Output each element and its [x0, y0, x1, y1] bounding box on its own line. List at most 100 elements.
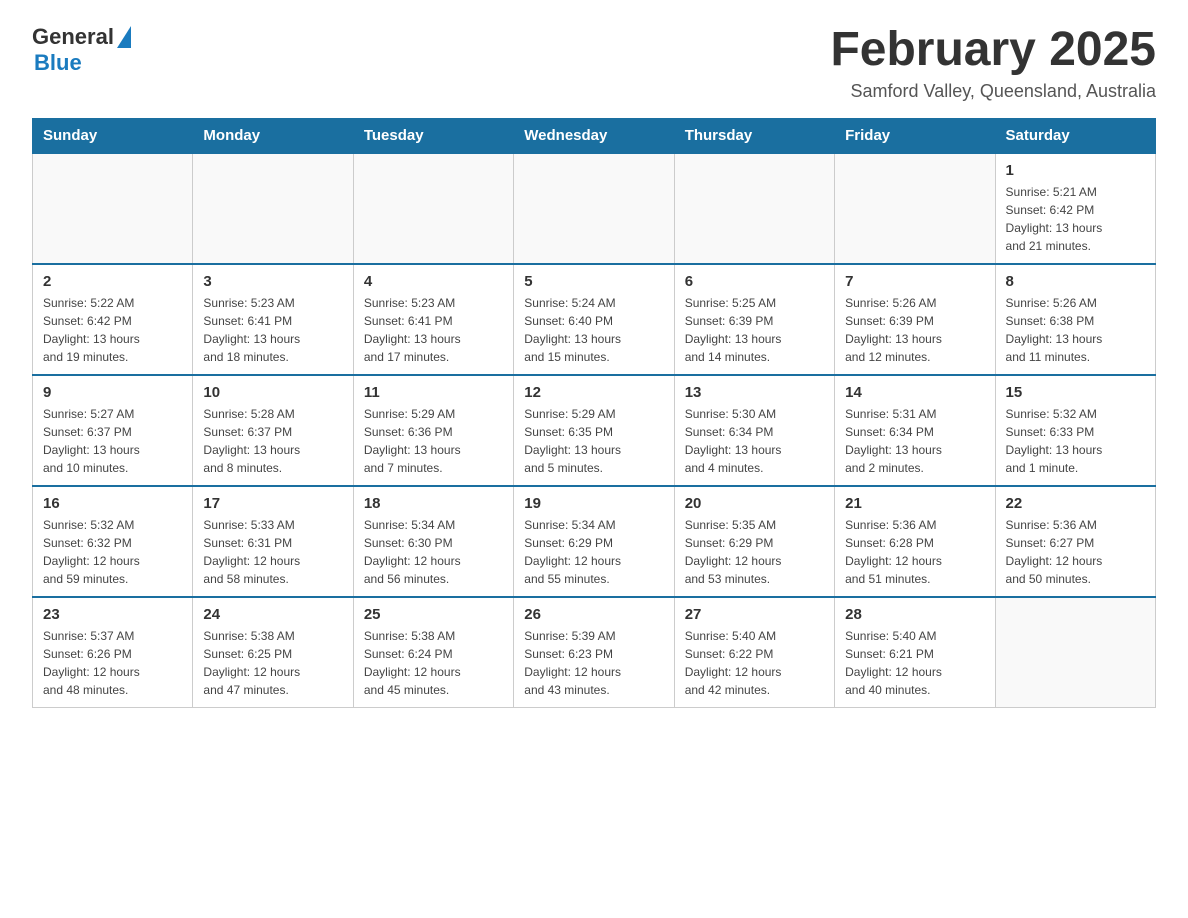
header-row: Sunday Monday Tuesday Wednesday Thursday…	[33, 118, 1156, 153]
day-number: 19	[524, 495, 663, 512]
day-number: 14	[845, 384, 984, 401]
day-info: Sunrise: 5:29 AM Sunset: 6:35 PM Dayligh…	[524, 405, 663, 477]
day-info: Sunrise: 5:26 AM Sunset: 6:39 PM Dayligh…	[845, 294, 984, 366]
table-cell: 9 Sunrise: 5:27 AM Sunset: 6:37 PM Daylig…	[33, 375, 193, 486]
table-cell	[995, 597, 1155, 708]
col-monday: Monday	[193, 118, 353, 153]
table-cell	[193, 153, 353, 264]
table-cell: 14Sunrise: 5:31 AM Sunset: 6:34 PM Dayli…	[835, 375, 995, 486]
week-row: 1 Sunrise: 5:21 AM Sunset: 6:42 PM Daylig…	[33, 153, 1156, 264]
day-info: Sunrise: 5:34 AM Sunset: 6:29 PM Dayligh…	[524, 516, 663, 588]
table-cell: 12 Sunrise: 5:29 AM Sunset: 6:35 PM Dayli…	[514, 375, 674, 486]
table-cell: 10 Sunrise: 5:28 AM Sunset: 6:37 PM Dayli…	[193, 375, 353, 486]
table-cell: 5 Sunrise: 5:24 AM Sunset: 6:40 PM Daylig…	[514, 264, 674, 375]
day-number: 6	[685, 273, 824, 290]
day-info: Sunrise: 5:32 AM Sunset: 6:32 PM Dayligh…	[43, 516, 182, 588]
day-info: Sunrise: 5:28 AM Sunset: 6:37 PM Dayligh…	[203, 405, 342, 477]
day-number: 28	[845, 606, 984, 623]
day-info: Sunrise: 5:30 AM Sunset: 6:34 PM Dayligh…	[685, 405, 824, 477]
calendar-header: Sunday Monday Tuesday Wednesday Thursday…	[33, 118, 1156, 153]
table-cell: 16 Sunrise: 5:32 AM Sunset: 6:32 PM Dayli…	[33, 486, 193, 597]
day-number: 12	[524, 384, 663, 401]
table-cell: 19 Sunrise: 5:34 AM Sunset: 6:29 PM Dayli…	[514, 486, 674, 597]
day-number: 18	[364, 495, 503, 512]
calendar-table: Sunday Monday Tuesday Wednesday Thursday…	[32, 118, 1156, 708]
day-info: Sunrise: 5:35 AM Sunset: 6:29 PM Dayligh…	[685, 516, 824, 588]
table-cell: 26 Sunrise: 5:39 AM Sunset: 6:23 PM Dayli…	[514, 597, 674, 708]
table-cell: 24Sunrise: 5:38 AM Sunset: 6:25 PM Dayli…	[193, 597, 353, 708]
week-row: 23 Sunrise: 5:37 AM Sunset: 6:26 PM Dayli…	[33, 597, 1156, 708]
day-number: 26	[524, 606, 663, 623]
day-number: 16	[43, 495, 182, 512]
day-number: 23	[43, 606, 182, 623]
day-number: 8	[1006, 273, 1145, 290]
table-cell	[514, 153, 674, 264]
table-cell: 11 Sunrise: 5:29 AM Sunset: 6:36 PM Dayli…	[353, 375, 513, 486]
day-number: 25	[364, 606, 503, 623]
calendar-body: 1 Sunrise: 5:21 AM Sunset: 6:42 PM Daylig…	[33, 153, 1156, 708]
table-cell: 27 Sunrise: 5:40 AM Sunset: 6:22 PM Dayli…	[674, 597, 834, 708]
table-cell: 7 Sunrise: 5:26 AM Sunset: 6:39 PM Daylig…	[835, 264, 995, 375]
day-info: Sunrise: 5:34 AM Sunset: 6:30 PM Dayligh…	[364, 516, 503, 588]
day-number: 15	[1006, 384, 1145, 401]
day-number: 1	[1006, 162, 1145, 179]
day-number: 22	[1006, 495, 1145, 512]
day-info: Sunrise: 5:40 AM Sunset: 6:21 PM Dayligh…	[845, 627, 984, 699]
table-cell: 3 Sunrise: 5:23 AM Sunset: 6:41 PM Daylig…	[193, 264, 353, 375]
day-number: 27	[685, 606, 824, 623]
table-cell	[674, 153, 834, 264]
logo-triangle-icon	[117, 26, 131, 48]
logo: General Blue	[32, 24, 131, 76]
logo-general-text: General	[32, 24, 114, 50]
month-title: February 2025	[830, 24, 1156, 77]
page-header: General Blue February 2025 Samford Valle…	[32, 24, 1156, 102]
table-cell: 6Sunrise: 5:25 AM Sunset: 6:39 PM Daylig…	[674, 264, 834, 375]
col-wednesday: Wednesday	[514, 118, 674, 153]
col-saturday: Saturday	[995, 118, 1155, 153]
table-cell: 23 Sunrise: 5:37 AM Sunset: 6:26 PM Dayli…	[33, 597, 193, 708]
table-cell	[835, 153, 995, 264]
table-cell: 22Sunrise: 5:36 AM Sunset: 6:27 PM Dayli…	[995, 486, 1155, 597]
day-number: 3	[203, 273, 342, 290]
day-info: Sunrise: 5:39 AM Sunset: 6:23 PM Dayligh…	[524, 627, 663, 699]
day-number: 2	[43, 273, 182, 290]
table-cell: 13 Sunrise: 5:30 AM Sunset: 6:34 PM Dayli…	[674, 375, 834, 486]
day-info: Sunrise: 5:38 AM Sunset: 6:24 PM Dayligh…	[364, 627, 503, 699]
day-info: Sunrise: 5:22 AM Sunset: 6:42 PM Dayligh…	[43, 294, 182, 366]
day-info: Sunrise: 5:23 AM Sunset: 6:41 PM Dayligh…	[203, 294, 342, 366]
table-cell: 28 Sunrise: 5:40 AM Sunset: 6:21 PM Dayli…	[835, 597, 995, 708]
day-info: Sunrise: 5:29 AM Sunset: 6:36 PM Dayligh…	[364, 405, 503, 477]
day-number: 13	[685, 384, 824, 401]
day-info: Sunrise: 5:26 AM Sunset: 6:38 PM Dayligh…	[1006, 294, 1145, 366]
col-thursday: Thursday	[674, 118, 834, 153]
day-number: 9	[43, 384, 182, 401]
col-sunday: Sunday	[33, 118, 193, 153]
day-info: Sunrise: 5:23 AM Sunset: 6:41 PM Dayligh…	[364, 294, 503, 366]
day-number: 24	[203, 606, 342, 623]
table-cell: 18 Sunrise: 5:34 AM Sunset: 6:30 PM Dayli…	[353, 486, 513, 597]
week-row: 2 Sunrise: 5:22 AM Sunset: 6:42 PM Daylig…	[33, 264, 1156, 375]
day-number: 20	[685, 495, 824, 512]
day-info: Sunrise: 5:37 AM Sunset: 6:26 PM Dayligh…	[43, 627, 182, 699]
day-info: Sunrise: 5:36 AM Sunset: 6:28 PM Dayligh…	[845, 516, 984, 588]
logo-blue-text: Blue	[34, 50, 82, 76]
day-info: Sunrise: 5:21 AM Sunset: 6:42 PM Dayligh…	[1006, 183, 1145, 255]
day-number: 5	[524, 273, 663, 290]
col-friday: Friday	[835, 118, 995, 153]
day-info: Sunrise: 5:33 AM Sunset: 6:31 PM Dayligh…	[203, 516, 342, 588]
day-number: 7	[845, 273, 984, 290]
day-info: Sunrise: 5:40 AM Sunset: 6:22 PM Dayligh…	[685, 627, 824, 699]
table-cell: 20 Sunrise: 5:35 AM Sunset: 6:29 PM Dayli…	[674, 486, 834, 597]
table-cell: 1 Sunrise: 5:21 AM Sunset: 6:42 PM Daylig…	[995, 153, 1155, 264]
day-info: Sunrise: 5:24 AM Sunset: 6:40 PM Dayligh…	[524, 294, 663, 366]
day-number: 10	[203, 384, 342, 401]
col-tuesday: Tuesday	[353, 118, 513, 153]
day-number: 11	[364, 384, 503, 401]
table-cell	[353, 153, 513, 264]
location-subtitle: Samford Valley, Queensland, Australia	[830, 81, 1156, 102]
week-row: 9 Sunrise: 5:27 AM Sunset: 6:37 PM Daylig…	[33, 375, 1156, 486]
day-number: 4	[364, 273, 503, 290]
day-info: Sunrise: 5:27 AM Sunset: 6:37 PM Dayligh…	[43, 405, 182, 477]
table-cell: 15Sunrise: 5:32 AM Sunset: 6:33 PM Dayli…	[995, 375, 1155, 486]
table-cell: 4 Sunrise: 5:23 AM Sunset: 6:41 PM Daylig…	[353, 264, 513, 375]
